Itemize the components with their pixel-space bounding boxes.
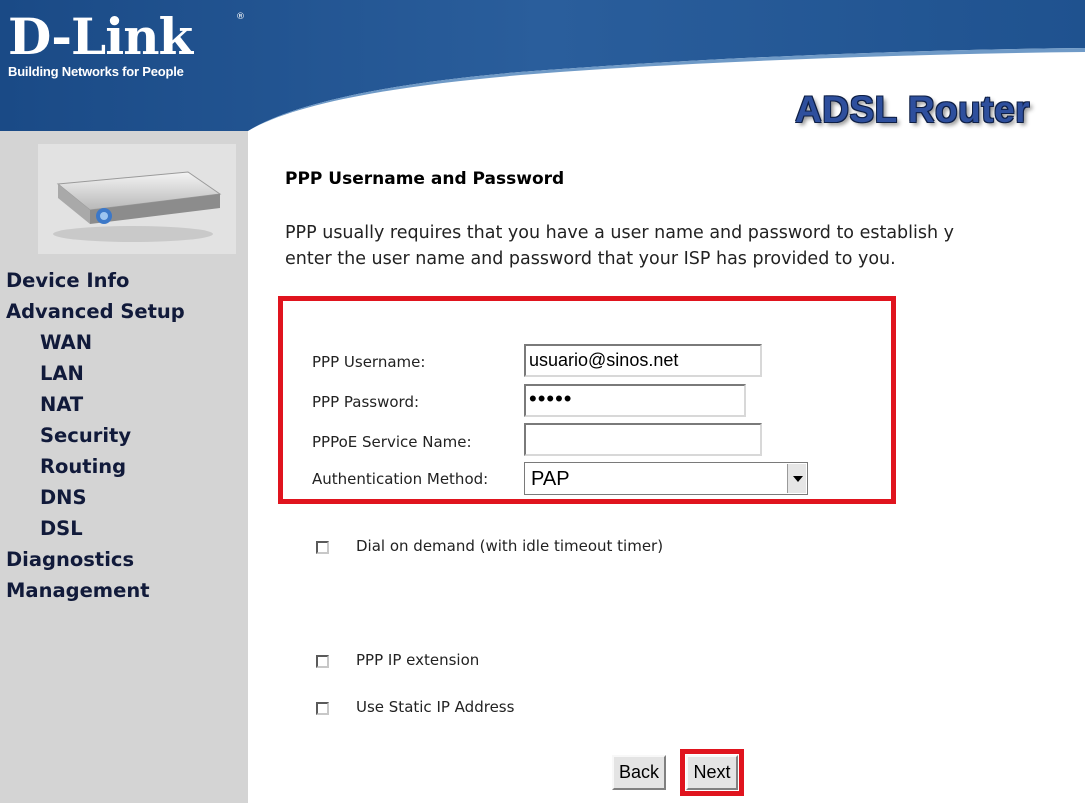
sidebar-item-advanced-setup[interactable]: Advanced Setup <box>0 296 185 327</box>
static-ip-label: Use Static IP Address <box>356 698 515 716</box>
description-line-1: PPP usually requires that you have a use… <box>285 223 955 243</box>
page-description: PPP usually requires that you have a use… <box>285 220 1085 272</box>
ppp-ip-extension-label: PPP IP extension <box>356 651 480 669</box>
auth-method-select[interactable]: PAP <box>524 462 808 495</box>
sidebar-item-diagnostics[interactable]: Diagnostics <box>0 544 185 575</box>
back-button[interactable]: Back <box>612 755 666 790</box>
dial-on-demand-checkbox[interactable] <box>316 541 329 554</box>
dial-on-demand-label: Dial on demand (with idle timeout timer) <box>356 537 664 555</box>
sidebar-item-security[interactable]: Security <box>0 420 185 451</box>
auth-method-value: PAP <box>531 468 570 490</box>
auth-method-label: Authentication Method: <box>312 470 489 488</box>
router-device-image <box>38 144 236 254</box>
sidebar-nav: Device Info Advanced Setup WAN LAN NAT S… <box>0 265 185 606</box>
page-title: PPP Username and Password <box>285 169 565 189</box>
sidebar-item-dsl[interactable]: DSL <box>0 513 185 544</box>
username-input[interactable]: usuario@sinos.net <box>524 344 762 377</box>
password-label: PPP Password: <box>312 393 420 411</box>
router-illustration-icon <box>53 171 222 242</box>
sidebar-item-nat[interactable]: NAT <box>0 389 185 420</box>
header-banner: D-Link ® Building Networks for People AD… <box>0 0 1085 131</box>
logo-wordmark: D-Link <box>8 7 193 66</box>
sidebar-item-wan[interactable]: WAN <box>0 327 185 358</box>
username-label: PPP Username: <box>312 353 426 371</box>
description-line-2: enter the user name and password that yo… <box>285 249 896 269</box>
static-ip-checkbox[interactable] <box>316 702 329 715</box>
logo-tagline: Building Networks for People <box>8 64 184 79</box>
dlink-logo: D-Link ® Building Networks for People <box>8 7 245 80</box>
registered-mark: ® <box>236 12 245 22</box>
ppp-ip-extension-checkbox[interactable] <box>316 655 329 668</box>
sidebar-item-device-info[interactable]: Device Info <box>0 265 185 296</box>
service-name-label: PPPoE Service Name: <box>312 433 472 451</box>
password-input[interactable]: ••••• <box>524 384 746 417</box>
dropdown-arrow-icon[interactable] <box>787 464 806 493</box>
sidebar: Device Info Advanced Setup WAN LAN NAT S… <box>0 131 248 803</box>
sidebar-item-dns[interactable]: DNS <box>0 482 185 513</box>
sidebar-item-management[interactable]: Management <box>0 575 185 606</box>
product-name: ADSL Router <box>795 89 1031 130</box>
sidebar-item-routing[interactable]: Routing <box>0 451 185 482</box>
next-button[interactable]: Next <box>686 755 738 790</box>
sidebar-item-lan[interactable]: LAN <box>0 358 185 389</box>
service-name-input[interactable] <box>524 423 762 456</box>
